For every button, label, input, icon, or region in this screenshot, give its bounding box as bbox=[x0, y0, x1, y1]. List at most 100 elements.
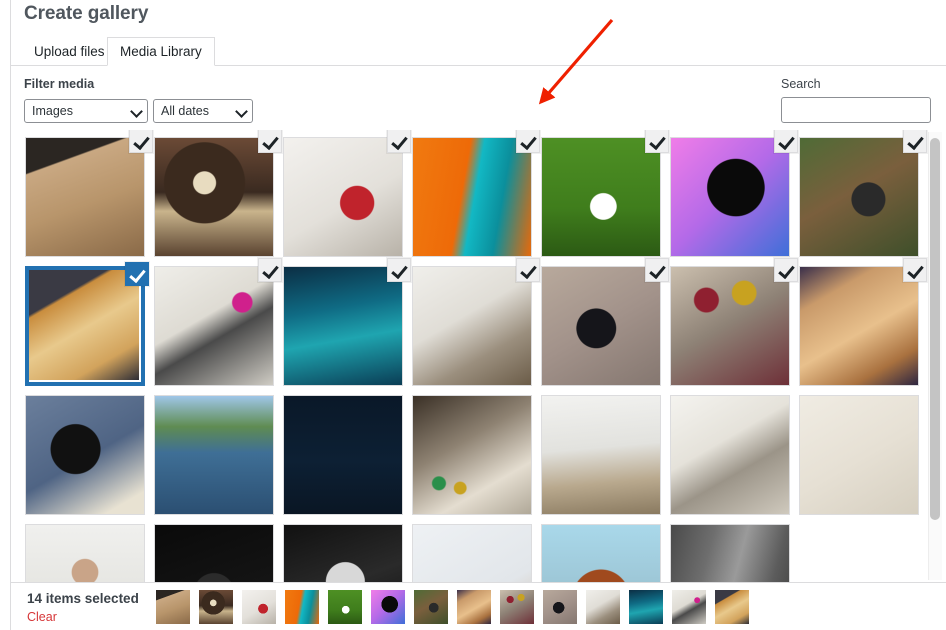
media-modal: Create gallery Upload files Media Librar… bbox=[0, 0, 946, 630]
attachment-item[interactable] bbox=[154, 395, 274, 515]
attachment-thumbnail bbox=[284, 525, 402, 582]
attachment-thumbnail bbox=[671, 138, 789, 256]
checkmark-icon[interactable] bbox=[129, 130, 153, 153]
selection-thumbnail[interactable] bbox=[672, 590, 706, 624]
attachment-item[interactable] bbox=[670, 524, 790, 582]
selection-thumbnail-image bbox=[543, 590, 577, 624]
checkmark-icon[interactable] bbox=[125, 262, 149, 286]
checkmark-icon[interactable] bbox=[258, 258, 282, 282]
media-type-select-value: Images bbox=[32, 104, 73, 118]
selection-thumbnail[interactable] bbox=[371, 590, 405, 624]
search-label: Search bbox=[781, 77, 821, 91]
checkmark-icon[interactable] bbox=[903, 258, 927, 282]
checkmark-icon[interactable] bbox=[258, 130, 282, 153]
attachment-item[interactable] bbox=[283, 258, 411, 386]
attachment-thumbnail bbox=[155, 525, 273, 582]
attachment-thumbnail bbox=[155, 267, 273, 385]
tab-media-library[interactable]: Media Library bbox=[107, 37, 215, 66]
selection-thumbnail-image bbox=[586, 590, 620, 624]
selection-thumbnail-image bbox=[371, 590, 405, 624]
attachment-thumbnail bbox=[413, 396, 531, 514]
attachment-item[interactable] bbox=[154, 258, 282, 386]
checkmark-icon[interactable] bbox=[387, 130, 411, 153]
attachment-item[interactable] bbox=[541, 130, 669, 257]
selection-thumbnail[interactable] bbox=[629, 590, 663, 624]
selection-thumbnail[interactable] bbox=[199, 590, 233, 624]
attachment-item[interactable] bbox=[25, 130, 153, 257]
attachment-thumbnail bbox=[26, 525, 144, 582]
grid-scrollbar-thumb[interactable] bbox=[930, 138, 940, 520]
clear-selection-link[interactable]: Clear bbox=[27, 610, 57, 624]
attachment-item[interactable] bbox=[541, 395, 661, 515]
selection-count: 14 items selected bbox=[27, 591, 139, 606]
attachment-item[interactable] bbox=[412, 524, 532, 582]
attachment-item[interactable] bbox=[283, 524, 403, 582]
media-type-select[interactable]: Images bbox=[24, 99, 148, 123]
selection-thumbnail-image bbox=[242, 590, 276, 624]
attachment-thumbnail bbox=[413, 138, 531, 256]
selection-thumbnail[interactable] bbox=[285, 590, 319, 624]
attachment-item[interactable] bbox=[541, 258, 669, 386]
attachment-thumbnail bbox=[284, 267, 402, 385]
selection-thumbnail[interactable] bbox=[586, 590, 620, 624]
selection-thumbnail[interactable] bbox=[715, 590, 749, 624]
attachment-item[interactable] bbox=[154, 130, 282, 257]
grid-scrollbar-track[interactable] bbox=[928, 132, 942, 580]
selection-thumbnail-image bbox=[328, 590, 362, 624]
checkmark-icon[interactable] bbox=[774, 130, 798, 153]
attachment-item[interactable] bbox=[412, 258, 540, 386]
attachment-item[interactable] bbox=[25, 262, 149, 386]
checkmark-icon[interactable] bbox=[645, 130, 669, 153]
attachment-thumbnail bbox=[542, 525, 660, 582]
checkmark-icon[interactable] bbox=[516, 130, 540, 153]
selection-thumbnail-image bbox=[500, 590, 534, 624]
selection-thumbnail-image bbox=[715, 590, 749, 624]
selection-thumbnail[interactable] bbox=[156, 590, 190, 624]
selection-thumbnail-image bbox=[457, 590, 491, 624]
selection-thumbnail-image bbox=[156, 590, 190, 624]
attachment-thumbnail bbox=[26, 138, 144, 256]
selection-thumbnail-image bbox=[672, 590, 706, 624]
selection-thumbnail[interactable] bbox=[500, 590, 534, 624]
attachment-item[interactable] bbox=[25, 395, 145, 515]
attachment-item[interactable] bbox=[283, 395, 403, 515]
selection-thumbnail-image bbox=[414, 590, 448, 624]
tab-upload-files[interactable]: Upload files bbox=[21, 37, 118, 66]
selection-thumbnail[interactable] bbox=[543, 590, 577, 624]
checkmark-icon[interactable] bbox=[903, 130, 927, 153]
attachment-item[interactable] bbox=[25, 524, 145, 582]
search-input[interactable] bbox=[781, 97, 931, 123]
attachment-item[interactable] bbox=[799, 395, 919, 515]
attachment-thumbnail bbox=[671, 525, 789, 582]
attachment-thumbnail bbox=[542, 138, 660, 256]
attachment-item[interactable] bbox=[670, 258, 798, 386]
selection-thumbnail[interactable] bbox=[328, 590, 362, 624]
attachment-item[interactable] bbox=[541, 524, 661, 582]
selection-thumbnail[interactable] bbox=[457, 590, 491, 624]
attachment-item[interactable] bbox=[799, 130, 927, 257]
attachment-item[interactable] bbox=[412, 395, 532, 515]
filter-media-label: Filter media bbox=[24, 77, 95, 91]
selection-thumbnail[interactable] bbox=[414, 590, 448, 624]
checkmark-icon[interactable] bbox=[645, 258, 669, 282]
attachment-thumbnail bbox=[29, 270, 139, 380]
attachment-item[interactable] bbox=[283, 130, 411, 257]
attachment-thumbnail bbox=[800, 138, 918, 256]
attachment-thumbnail bbox=[284, 396, 402, 514]
attachment-item[interactable] bbox=[154, 524, 274, 582]
attachment-item[interactable] bbox=[799, 258, 927, 386]
selection-thumbnail[interactable] bbox=[242, 590, 276, 624]
attachments-scroll-region[interactable] bbox=[11, 130, 946, 582]
attachment-thumbnail bbox=[671, 396, 789, 514]
tab-upload-files-label: Upload files bbox=[34, 44, 105, 59]
attachment-thumbnail bbox=[800, 396, 918, 514]
attachment-item[interactable] bbox=[670, 395, 790, 515]
chevron-down-icon bbox=[132, 107, 141, 116]
checkmark-icon[interactable] bbox=[387, 258, 411, 282]
page-title: Create gallery bbox=[24, 3, 149, 24]
checkmark-icon[interactable] bbox=[516, 258, 540, 282]
date-filter-select[interactable]: All dates bbox=[153, 99, 253, 123]
checkmark-icon[interactable] bbox=[774, 258, 798, 282]
attachment-item[interactable] bbox=[670, 130, 798, 257]
attachment-item[interactable] bbox=[412, 130, 540, 257]
